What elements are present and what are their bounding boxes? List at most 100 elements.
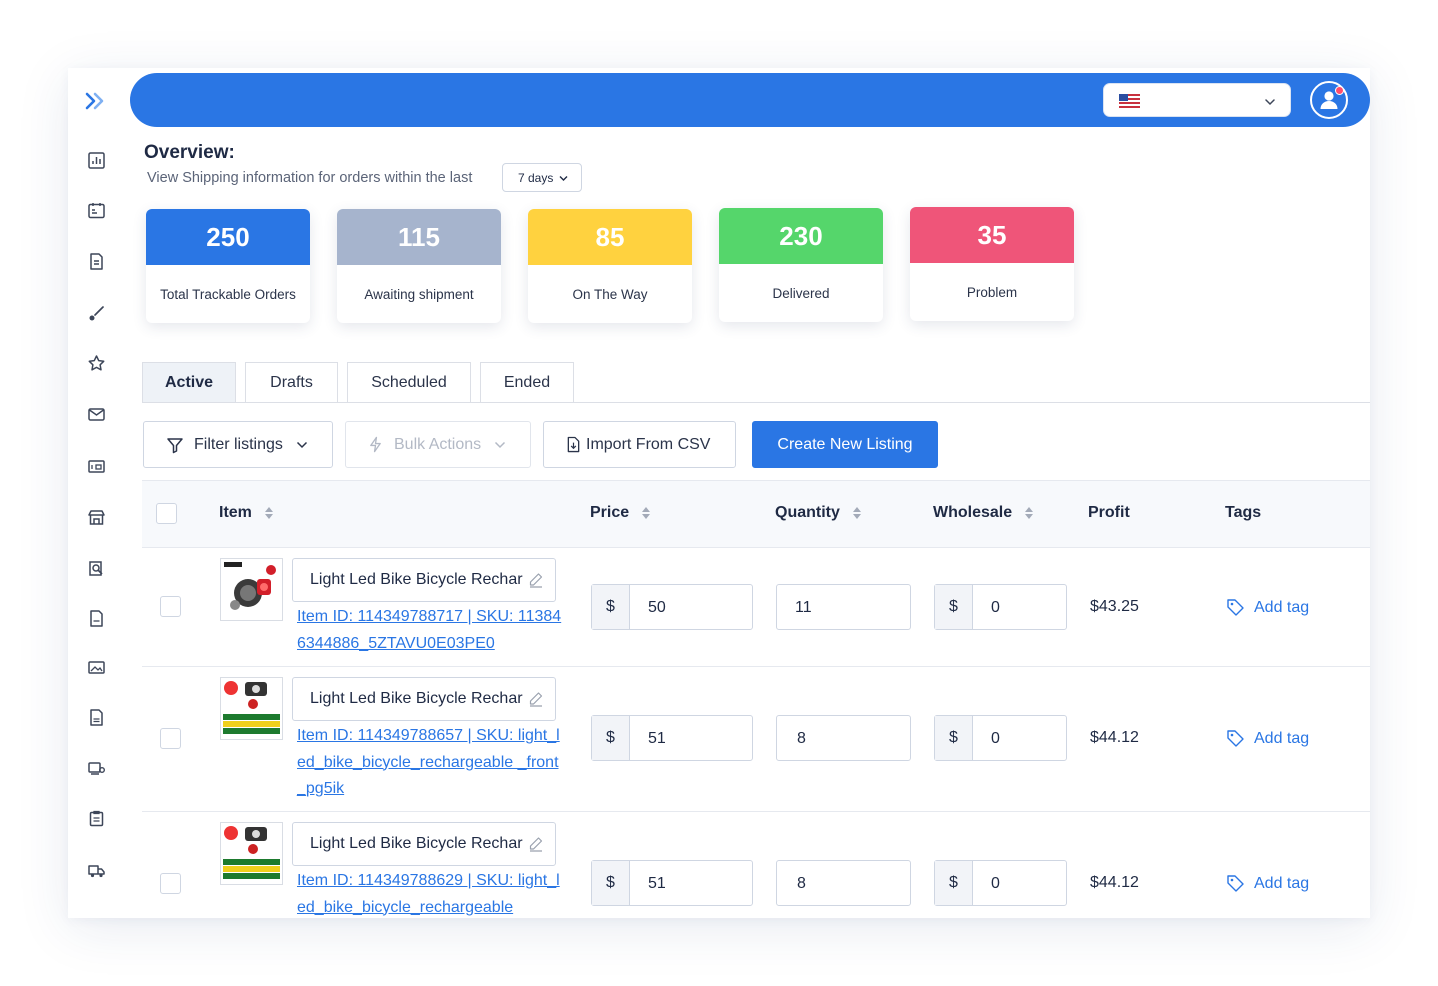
truck-icon[interactable]	[87, 861, 106, 880]
notification-dot	[1335, 86, 1344, 95]
stat-label: Delivered	[772, 285, 830, 301]
calendar-icon[interactable]	[87, 201, 106, 220]
title-value: Light Led Bike Bicycle Rechar	[310, 835, 523, 852]
column-item-label: Item	[219, 504, 252, 521]
tag-icon	[1227, 875, 1244, 892]
file-import-icon	[567, 436, 580, 453]
chevron-down-icon	[495, 441, 506, 448]
row-checkbox[interactable]	[160, 728, 181, 749]
range-label: 7 days	[518, 171, 554, 185]
clipboard-icon[interactable]	[87, 809, 106, 828]
wholesale-value: 0	[991, 875, 1000, 892]
stat-card-total[interactable]: 250 Total Trackable Orders	[146, 209, 310, 323]
stat-value: 250	[146, 209, 310, 265]
document-icon[interactable]	[87, 252, 106, 271]
create-listing-button[interactable]: Create New Listing	[752, 421, 938, 468]
sort-icon	[1025, 507, 1034, 519]
settings-monitor-icon[interactable]	[87, 759, 106, 778]
app-window: Overview: View Shipping information for …	[68, 68, 1370, 918]
wholesale-field[interactable]: $ 0	[934, 715, 1067, 761]
quantity-field[interactable]: 11	[776, 584, 911, 630]
row-checkbox[interactable]	[160, 873, 181, 894]
stat-card-on-the-way[interactable]: 85 On The Way	[528, 209, 692, 323]
currency-prefix: $	[935, 716, 973, 760]
tab-drafts[interactable]: Drafts	[245, 362, 338, 403]
add-tag-label: Add tag	[1254, 598, 1310, 616]
sidebar	[68, 68, 126, 918]
title-value: Light Led Bike Bicycle Rechar	[310, 571, 523, 588]
profit-value: $43.25	[1090, 598, 1139, 615]
column-quantity-label: Quantity	[775, 504, 840, 521]
stat-value: 115	[337, 209, 501, 265]
tab-scheduled[interactable]: Scheduled	[347, 362, 471, 403]
image-icon[interactable]	[87, 658, 106, 677]
search-file-icon[interactable]	[87, 559, 106, 578]
add-tag-button[interactable]: Add tag	[1226, 729, 1309, 748]
display-icon[interactable]	[87, 457, 106, 476]
column-price[interactable]: Price	[590, 504, 651, 522]
sort-icon	[264, 507, 273, 519]
tab-ended[interactable]: Ended	[480, 362, 574, 403]
page-title: Overview:	[144, 142, 235, 163]
column-item[interactable]: Item	[219, 504, 274, 522]
currency-prefix: $	[592, 861, 630, 905]
quantity-field[interactable]: 8	[776, 715, 911, 761]
sort-icon	[852, 507, 861, 519]
analytics-icon[interactable]	[87, 151, 106, 170]
import-csv-button[interactable]: Import From CSV	[543, 421, 736, 468]
currency-prefix: $	[935, 585, 973, 629]
tab-active[interactable]: Active	[142, 362, 236, 403]
title-field[interactable]: Light Led Bike Bicycle Rechar	[292, 677, 556, 721]
quantity-field[interactable]: 8	[776, 860, 911, 906]
stat-label: Total Trackable Orders	[160, 286, 296, 302]
price-value: 51	[648, 875, 666, 892]
stat-label: On The Way	[572, 286, 648, 302]
column-tags: Tags	[1225, 504, 1262, 521]
column-quantity[interactable]: Quantity	[775, 504, 862, 522]
column-wholesale-label: Wholesale	[933, 504, 1013, 521]
stat-card-awaiting[interactable]: 115 Awaiting shipment	[337, 209, 501, 323]
chevron-down-icon	[1264, 95, 1276, 107]
select-all-checkbox[interactable]	[156, 503, 177, 524]
add-tag-button[interactable]: Add tag	[1226, 874, 1309, 893]
language-select[interactable]	[1103, 83, 1291, 117]
filter-listings-button[interactable]: Filter listings	[143, 421, 333, 468]
wholesale-field[interactable]: $ 0	[934, 584, 1067, 630]
range-select[interactable]: 7 days	[502, 163, 582, 192]
chevron-down-icon	[559, 176, 568, 181]
table-header: Item Price Quantity Wholesale Profit Tag…	[142, 480, 1370, 548]
column-price-label: Price	[590, 504, 630, 521]
item-link[interactable]: Item ID: 114349788657 | SKU: light_led_b…	[297, 723, 562, 803]
row-checkbox[interactable]	[160, 596, 181, 617]
star-icon[interactable]	[87, 354, 106, 373]
price-field[interactable]: $ 50	[591, 584, 753, 630]
stat-value: 85	[528, 209, 692, 265]
brush-icon[interactable]	[87, 304, 106, 323]
add-tag-label: Add tag	[1254, 874, 1310, 892]
add-tag-button[interactable]: Add tag	[1226, 598, 1309, 617]
bulk-actions-button[interactable]: Bulk Actions	[345, 421, 531, 468]
sort-icon	[642, 507, 651, 519]
chevron-down-icon	[296, 441, 307, 448]
profit-value: $44.12	[1090, 874, 1139, 891]
mail-icon[interactable]	[87, 405, 106, 424]
item-link[interactable]: Item ID: 114349788717 | SKU: 11384634488…	[297, 604, 562, 657]
store-icon[interactable]	[87, 508, 106, 527]
title-field[interactable]: Light Led Bike Bicycle Rechar	[292, 558, 556, 602]
price-field[interactable]: $ 51	[591, 860, 753, 906]
sheet-icon[interactable]	[87, 708, 106, 727]
pdf-icon[interactable]	[87, 609, 106, 628]
wholesale-field[interactable]: $ 0	[934, 860, 1067, 906]
column-wholesale[interactable]: Wholesale	[933, 504, 1034, 522]
table-row: Light Led Bike Bicycle Rechar Item ID: 1…	[142, 812, 1370, 918]
stat-card-delivered[interactable]: 230 Delivered	[719, 208, 883, 322]
title-value: Light Led Bike Bicycle Rechar	[310, 690, 523, 707]
tab-divider	[142, 402, 1370, 403]
bulk-actions-label: Bulk Actions	[394, 435, 482, 453]
title-field[interactable]: Light Led Bike Bicycle Rechar	[292, 822, 556, 866]
item-link[interactable]: Item ID: 114349788629 | SKU: light_led_b…	[297, 868, 562, 918]
collapse-icon[interactable]	[84, 90, 108, 112]
price-field[interactable]: $ 51	[591, 715, 753, 761]
stat-value: 35	[910, 207, 1074, 263]
stat-card-problem[interactable]: 35 Problem	[910, 207, 1074, 321]
